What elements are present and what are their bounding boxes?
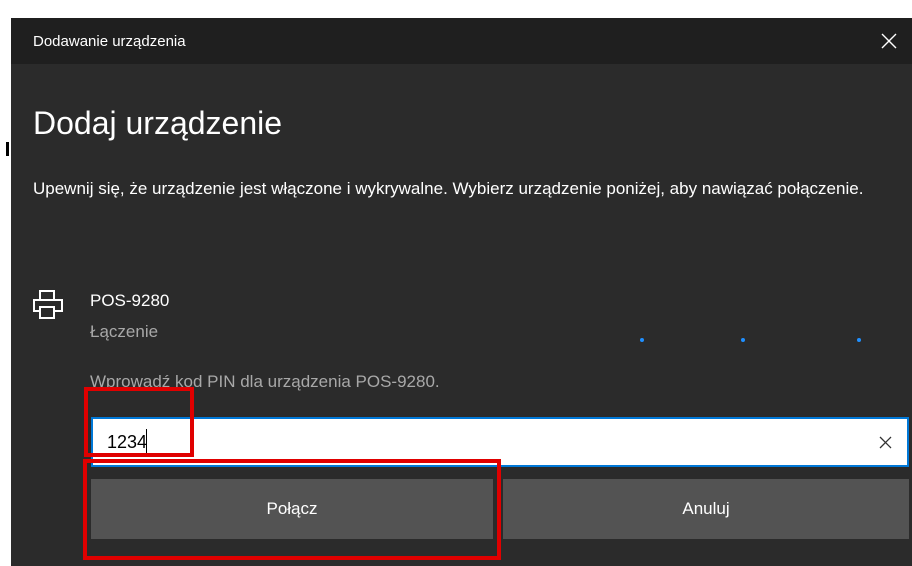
- cancel-button[interactable]: Anuluj: [503, 479, 909, 539]
- connect-button-label: Połącz: [266, 499, 318, 518]
- pin-input[interactable]: 1234: [91, 417, 909, 467]
- close-button[interactable]: [866, 18, 912, 64]
- dialog-heading: Dodaj urządzenie: [33, 105, 283, 141]
- stray-mark: [6, 142, 9, 156]
- pin-prompt: Wprowadź kod PIN dla urządzenia POS-9280…: [90, 372, 440, 391]
- clear-pin-button[interactable]: [863, 419, 907, 465]
- dialog-description: Upewnij się, że urządzenie jest włączone…: [33, 179, 864, 198]
- progress-dot: [741, 338, 745, 342]
- close-icon: [881, 33, 897, 49]
- device-name: POS-9280: [90, 291, 170, 310]
- text-caret: [146, 429, 147, 456]
- cancel-button-label: Anuluj: [682, 499, 730, 518]
- title-bar: Dodawanie urządzenia: [11, 18, 912, 64]
- printer-icon: [33, 290, 63, 319]
- pin-input-value: 1234: [107, 432, 148, 452]
- progress-dot: [640, 338, 644, 342]
- connect-button[interactable]: Połącz: [91, 479, 493, 539]
- add-device-dialog: Dodawanie urządzenia Dodaj urządzenie Up…: [11, 18, 912, 566]
- screenshot-frame: Dodawanie urządzenia Dodaj urządzenie Up…: [0, 0, 912, 566]
- clear-icon: [879, 436, 891, 448]
- progress-dot: [857, 338, 861, 342]
- window-title: Dodawanie urządzenia: [33, 33, 186, 50]
- device-status: Łączenie: [90, 322, 159, 341]
